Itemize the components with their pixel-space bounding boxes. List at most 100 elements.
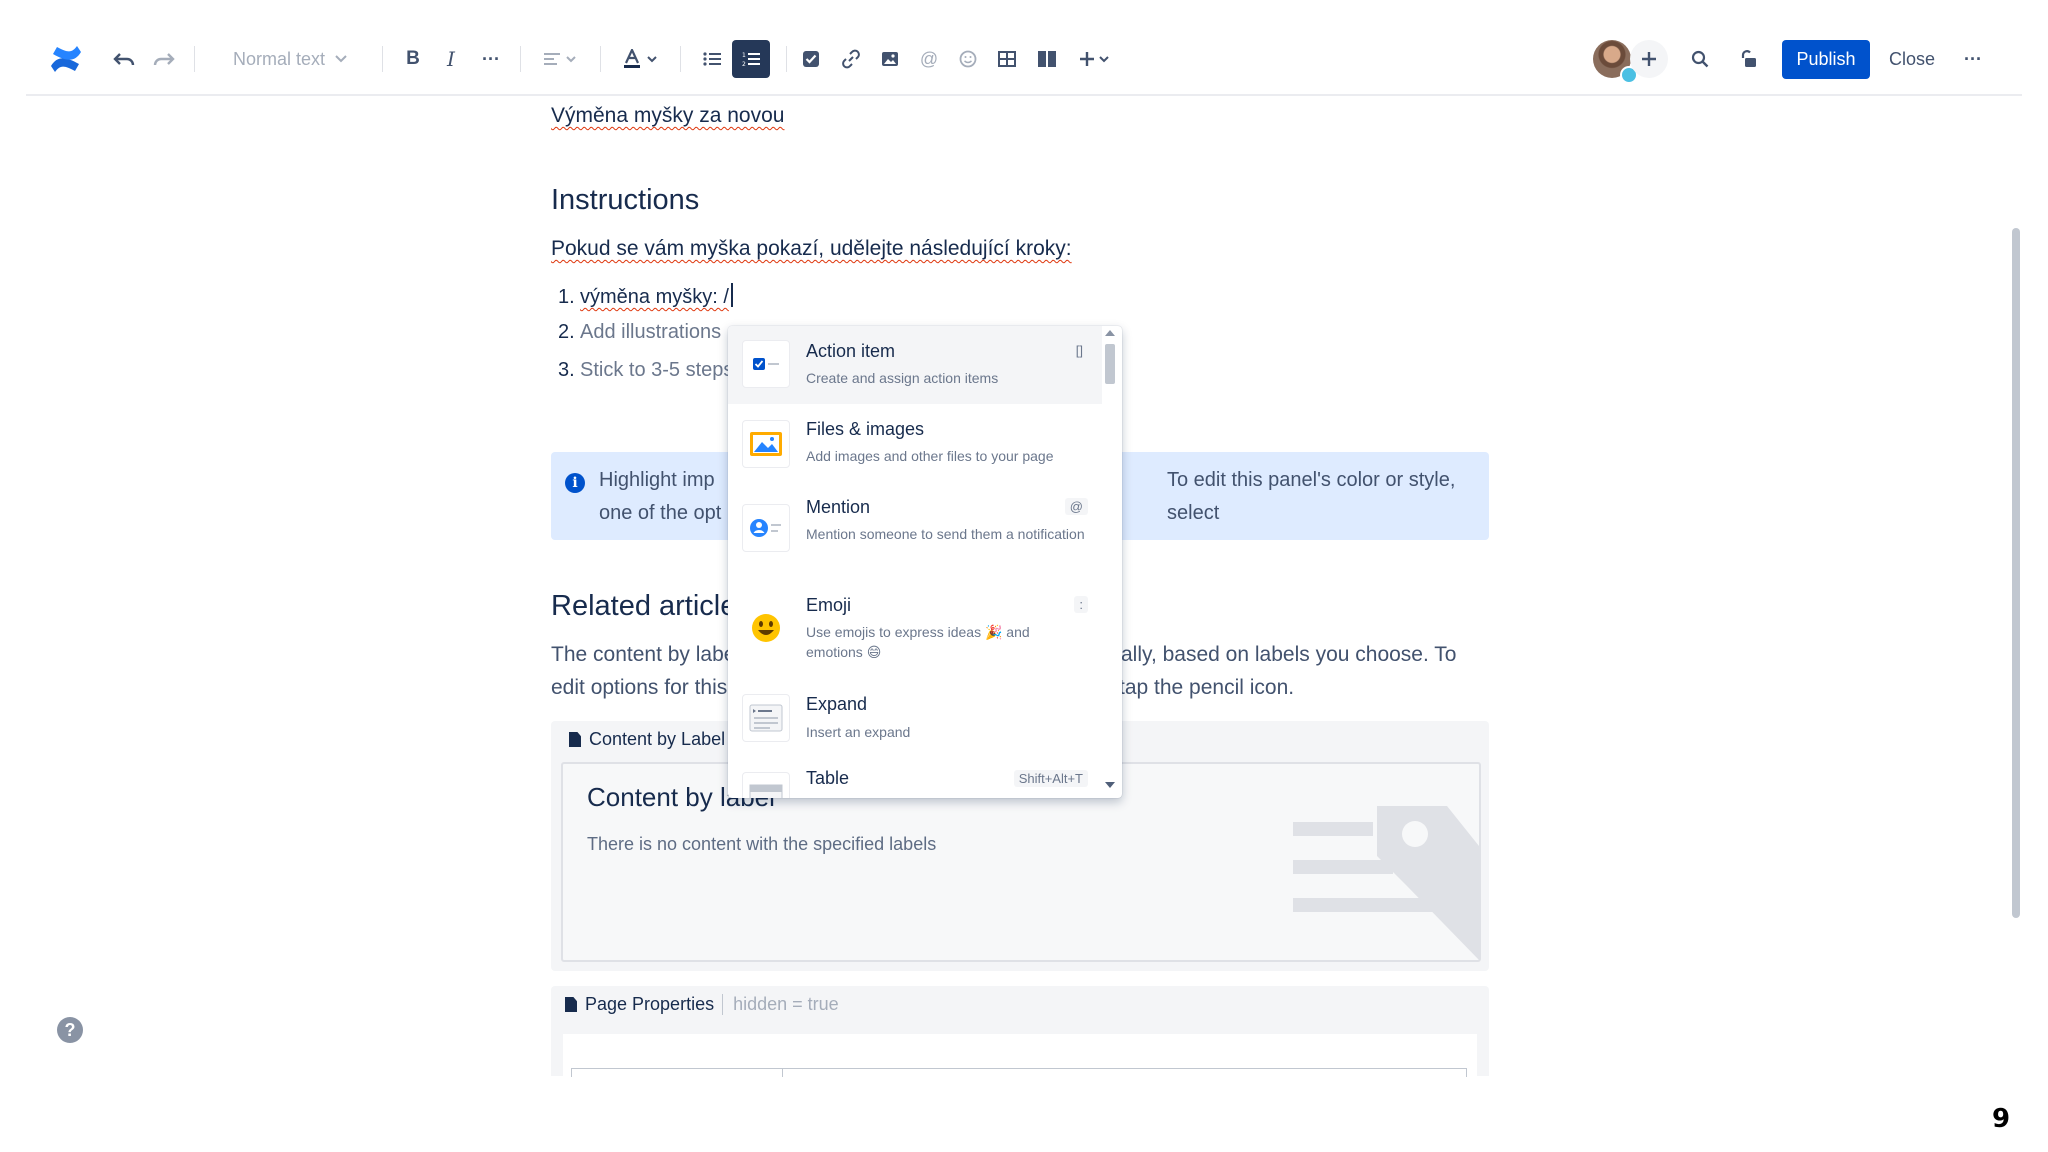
invite-collaborator-button[interactable] [1630,40,1668,78]
related-text-line2-right: tap the pencil icon. [1119,676,1295,699]
insert-more-dropdown[interactable] [1074,40,1114,78]
text-color-icon [624,49,640,68]
alignment-dropdown[interactable] [538,40,582,78]
macro-header: Content by Label [569,729,725,750]
redo-icon[interactable] [148,40,180,78]
editor-toolbar: Normal text B I ··· 12 @ Publish Close ·… [0,0,2048,96]
page-title-text: Výměna myšky za novou [551,104,785,127]
related-articles-heading[interactable]: Related article [551,590,736,623]
italic-icon[interactable]: I [436,40,466,78]
scroll-up-arrow-icon[interactable] [1105,330,1115,336]
list-number: 1. [558,286,575,308]
align-left-icon [544,53,560,65]
layout-columns-icon[interactable] [1032,40,1062,78]
more-options-icon[interactable]: ··· [1958,40,1988,78]
shortcut-badge: [] [1070,342,1088,359]
shortcut-badge: @ [1064,498,1088,515]
info-text-line2-left: one of the opt [599,502,722,524]
scroll-thumb[interactable] [1105,344,1115,384]
svg-text:2: 2 [742,61,746,67]
close-button[interactable]: Close [1880,40,1944,79]
chevron-down-icon [1099,55,1109,62]
info-icon: i [565,473,585,493]
bold-icon[interactable]: B [398,40,428,78]
page-properties-macro[interactable]: Page Properties hidden = true [551,986,1489,1077]
toolbar-divider [600,46,601,72]
menu-item-desc: Use emojis to express ideas 🎉 and emotio… [806,624,1030,660]
toolbar-divider [680,46,681,72]
toolbar-divider [382,46,383,72]
emoji-icon [742,604,790,652]
table-icon [742,772,790,798]
menu-item-action-item[interactable]: Action item Create and assign action ite… [728,326,1102,404]
text-style-label: Normal text [232,48,326,69]
table-icon[interactable] [992,40,1022,78]
more-formatting-icon[interactable]: ··· [476,40,506,78]
action-item-icon[interactable] [796,40,826,78]
instructions-intro[interactable]: Pokud se vám myška pokazí, udělejte násl… [551,237,1072,261]
confluence-logo-icon[interactable] [46,40,86,78]
svg-text:1: 1 [742,52,746,59]
menu-item-table[interactable]: Table Shift+Alt+T [728,758,1102,798]
menu-item-expand[interactable]: Expand Insert an expand [728,678,1102,758]
publish-button[interactable]: Publish [1782,40,1870,79]
image-icon[interactable] [875,40,905,78]
undo-icon[interactable] [108,40,140,78]
menu-item-title: Action item [806,341,896,361]
toolbar-divider [786,46,787,72]
document-icon [569,732,581,747]
list-item[interactable]: 3. Stick to 3-5 steps [558,359,733,382]
macro-header-label: Content by Label [589,729,726,749]
chevron-down-icon [647,55,657,62]
help-icon[interactable]: ? [57,1017,83,1043]
page-scrollbar[interactable] [2012,228,2020,918]
page-properties-label: Page Properties [585,994,715,1014]
list-item[interactable]: 2. Add illustrations [558,321,721,344]
slide-number: 9 [1992,1104,2011,1134]
menu-item-desc: Insert an expand [806,724,911,740]
chevron-down-icon [335,55,347,63]
list-number: 2. [558,321,575,343]
mention-icon [742,504,790,552]
document-icon [565,997,577,1012]
info-text-line1-left: Highlight imp [599,469,715,491]
emoji-icon[interactable] [953,40,983,78]
menu-item-emoji[interactable]: Emoji Use emojis to express ideas 🎉 and … [728,580,1102,678]
info-text-line1-right: To edit this panel's color or style, sel… [1167,469,1456,524]
menu-item-desc: Add images and other files to your page [806,448,1054,464]
restrictions-lock-icon[interactable] [1732,40,1764,78]
text-cursor [730,283,733,307]
toolbar-divider [520,46,521,72]
image-icon [742,420,790,468]
scroll-down-arrow-icon[interactable] [1105,782,1115,788]
mention-icon[interactable]: @ [914,40,944,78]
list-item-text: Stick to 3-5 steps [580,359,734,381]
related-text-line2-left: edit options for this [551,676,728,699]
list-item[interactable]: 1. výměna myšky: / [558,283,733,309]
bullet-list-icon[interactable] [696,40,728,78]
list-number: 3. [558,359,575,381]
instructions-heading[interactable]: Instructions [551,184,699,217]
plus-icon [1080,52,1094,66]
menu-item-title: Table [806,768,850,788]
hidden-parameter: hidden = true [722,994,839,1015]
link-icon[interactable] [836,40,866,78]
shortcut-badge: : [1074,596,1088,613]
menu-item-files-images[interactable]: Files & images Add images and other file… [728,404,1102,482]
expand-icon [742,694,790,742]
related-text-line1-left: The content by labe [551,643,736,666]
text-color-dropdown[interactable] [618,40,662,78]
checkbox-icon [742,340,790,388]
menu-item-mention[interactable]: Mention Mention someone to send them a n… [728,482,1102,580]
toolbar-divider [26,94,2022,96]
numbered-list-icon[interactable]: 12 [732,40,770,78]
related-text-line1-right: ally, based on labels you choose. To [1121,643,1457,666]
search-icon[interactable] [1684,40,1716,78]
page-title[interactable]: Výměna myšky za novou [551,104,784,128]
menu-item-title: Emoji [806,595,852,615]
menu-scrollbar[interactable] [1104,326,1120,798]
toolbar-divider [194,46,195,72]
list-item-text: výměna myšky: / [580,286,729,308]
menu-item-desc: Create and assign action items [806,370,999,386]
text-style-dropdown[interactable]: Normal text [222,40,358,78]
